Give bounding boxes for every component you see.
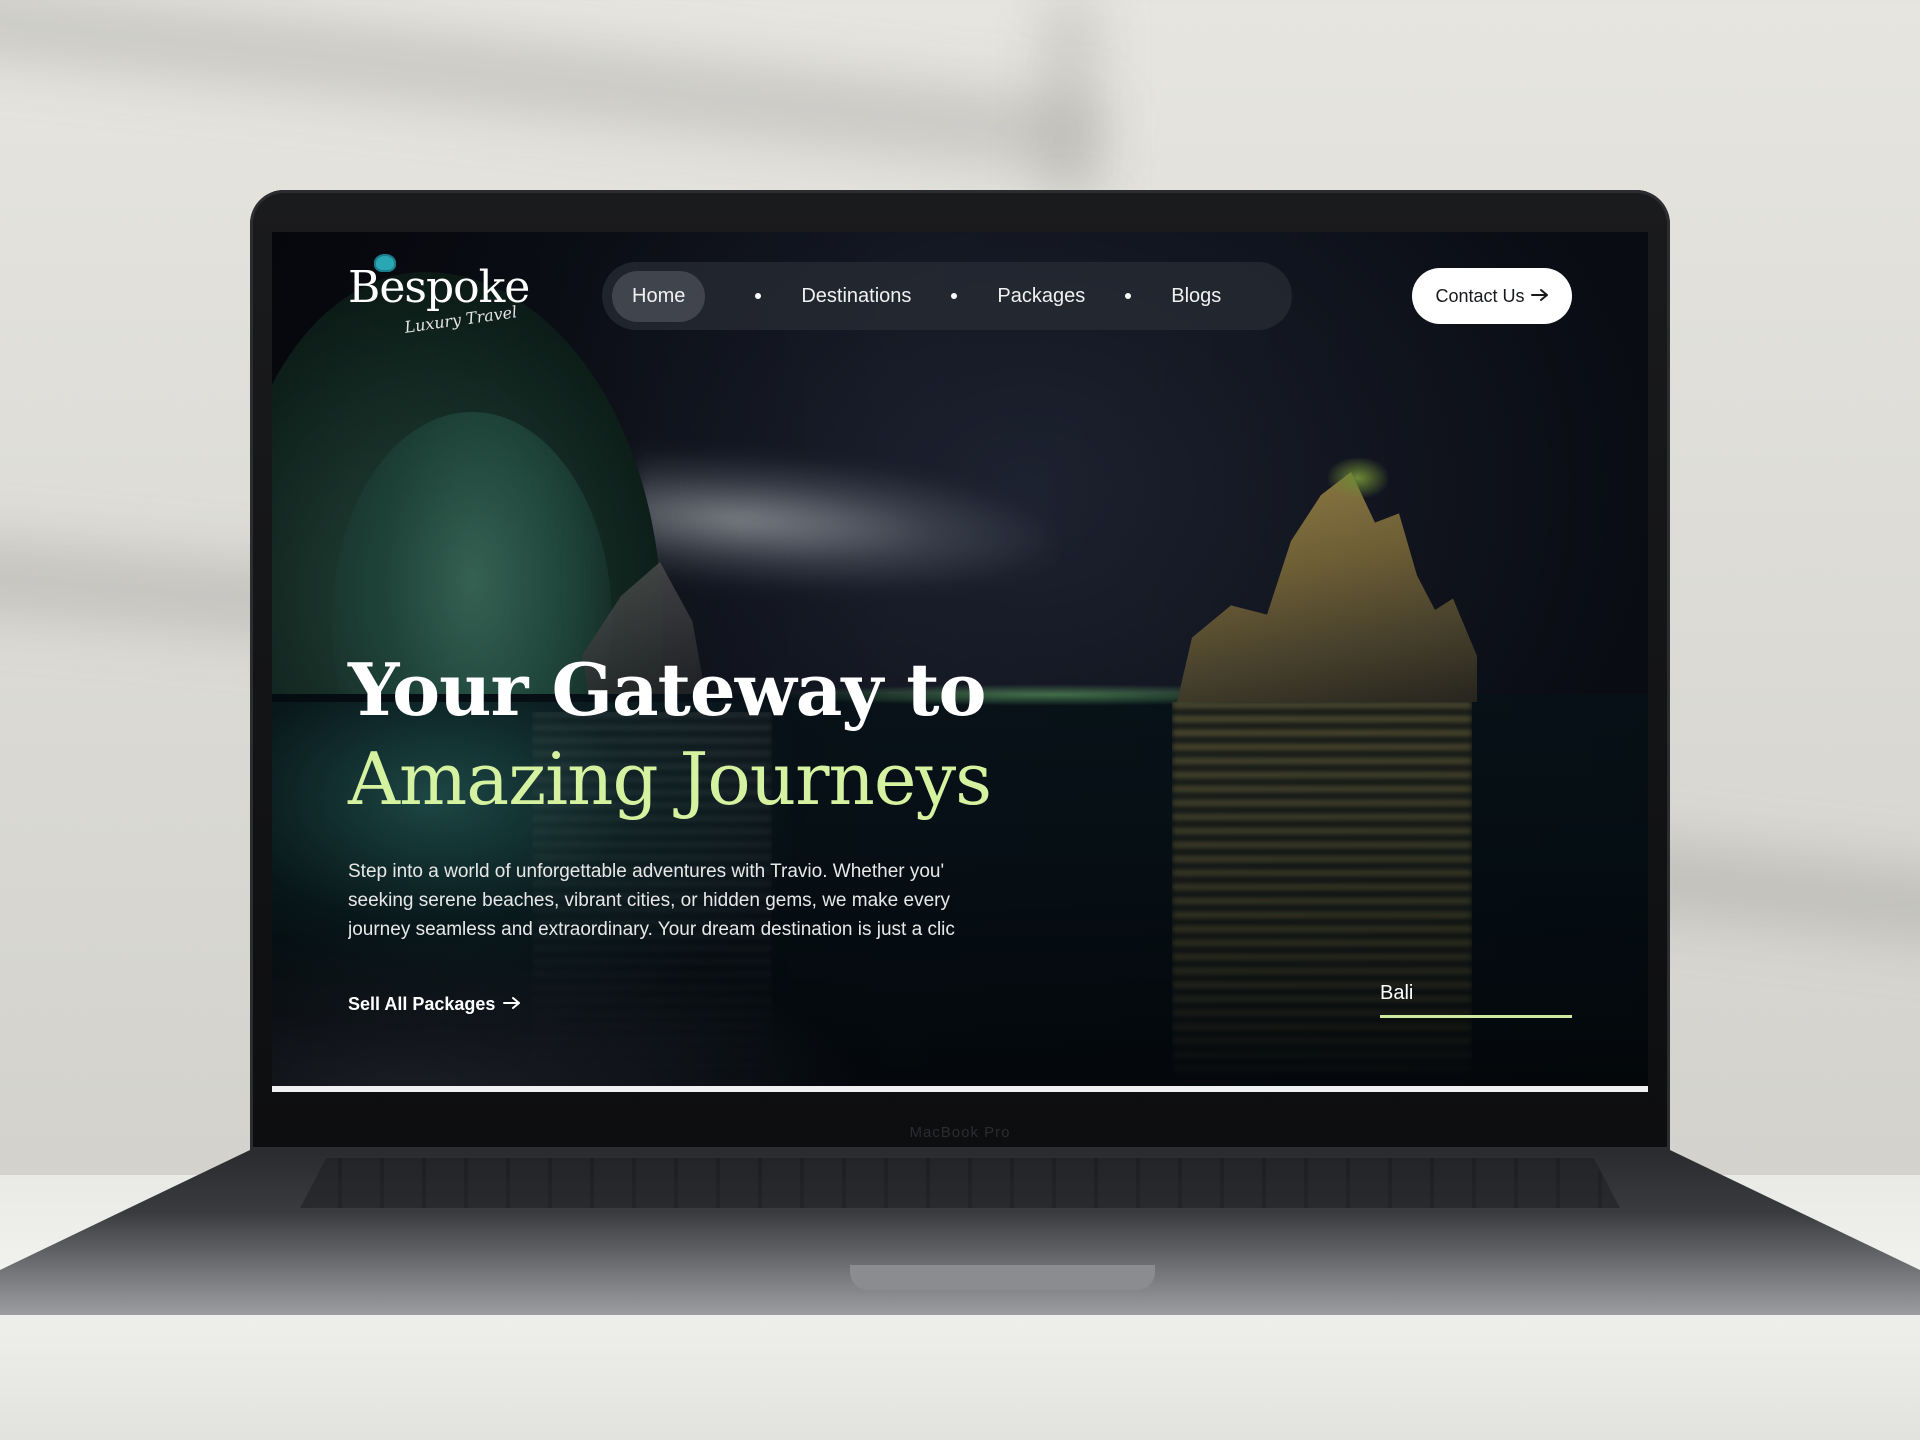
see-all-packages-label: Sell All Packages xyxy=(348,994,496,1014)
contact-us-button[interactable]: Contact Us xyxy=(1412,268,1572,324)
location-tab-bali[interactable]: Bali xyxy=(1380,982,1572,1018)
nav-item-blogs[interactable]: Blogs xyxy=(1171,285,1221,308)
hero-description-line: Step into a world of unforgettable adven… xyxy=(348,861,945,882)
brand-logo[interactable]: Bespoke Luxury Travel xyxy=(348,252,530,342)
website-screen: Bespoke Luxury Travel Home Destinations … xyxy=(272,232,1648,1092)
location-label: Bali xyxy=(1380,982,1414,1004)
nav-separator-dot xyxy=(1125,293,1132,299)
hero-headline-line1: Your Gateway to xyxy=(348,647,987,732)
hero-headline-line2: Amazing Journeys xyxy=(348,737,992,821)
nav-separator-dot xyxy=(755,293,762,299)
nav-item-packages[interactable]: Packages xyxy=(997,285,1085,308)
laptop-keyboard xyxy=(300,1158,1620,1208)
hero-description: Step into a world of unforgettable adven… xyxy=(348,857,1010,947)
hero-description-line: seeking serene beaches, vibrant cities, … xyxy=(348,890,950,911)
hero-description-line: journey seamless and extraordinary. Your… xyxy=(348,919,955,940)
arrow-right-icon xyxy=(1530,286,1549,307)
main-nav: Home Destinations Packages Blogs xyxy=(602,262,1292,330)
nav-item-destinations[interactable]: Destinations xyxy=(801,285,911,308)
wall-shadow xyxy=(0,0,1101,173)
laptop-notch xyxy=(850,1265,1155,1290)
see-all-packages-link[interactable]: Sell All Packages xyxy=(348,994,521,1015)
contact-us-label: Contact Us xyxy=(1435,285,1525,306)
nav-separator-dot xyxy=(951,293,958,299)
wall-shadow xyxy=(1040,0,1100,200)
arrow-right-icon xyxy=(503,994,521,1015)
laptop-brand-label: MacBook Pro xyxy=(909,1124,1011,1141)
nav-item-home[interactable]: Home xyxy=(612,270,706,322)
